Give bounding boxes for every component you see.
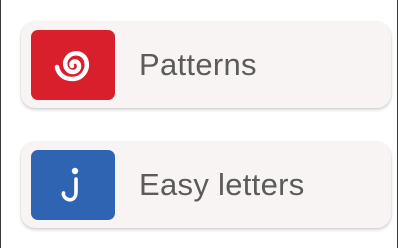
letter-j-icon bbox=[61, 167, 79, 202]
patterns-menu-item[interactable]: Patterns bbox=[21, 22, 391, 108]
easy-letters-label: Easy letters bbox=[139, 167, 305, 202]
patterns-icon-tile bbox=[31, 30, 115, 100]
easy-letters-menu-item[interactable]: Easy letters bbox=[21, 142, 391, 228]
left-border bbox=[0, 0, 1, 248]
patterns-label: Patterns bbox=[139, 47, 257, 82]
easy-letters-icon-tile bbox=[31, 150, 115, 220]
spiral-icon bbox=[54, 51, 89, 82]
